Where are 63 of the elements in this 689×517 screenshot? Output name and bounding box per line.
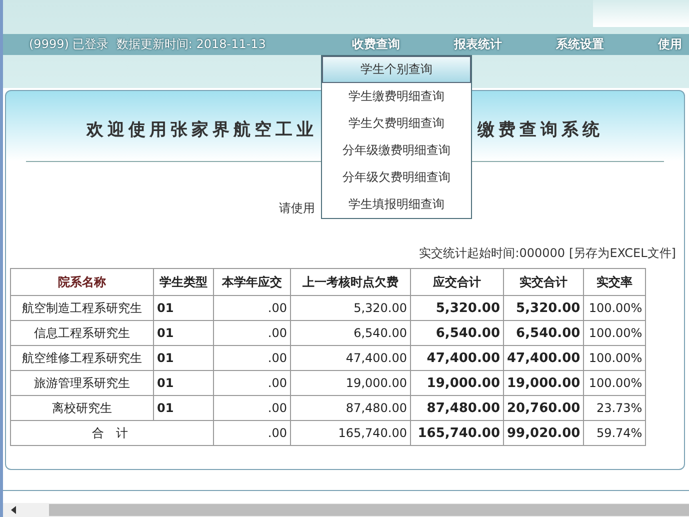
table-cell: 信息工程系研究生 [10, 320, 154, 346]
column-header: 学生类型 [154, 268, 214, 296]
table-cell: 19,000.00 [410, 370, 504, 396]
table-cell: 合 计 [10, 420, 214, 446]
login-status: (9999) 已登录 数据更新时间: 2018-11-13 [29, 36, 267, 53]
page-title: 欢迎使用张家界航空工业 [86, 119, 318, 141]
table-cell: 6,540.00 [290, 320, 410, 346]
table-cell: 47,400.00 [504, 346, 584, 370]
table-cell: 01 [154, 320, 214, 346]
table-cell: 5,320.00 [504, 296, 584, 320]
table-cell: .00 [214, 370, 290, 396]
table-cell: 19,000.00 [290, 370, 410, 396]
table-cell: 87,480.00 [290, 396, 410, 420]
table-cell: 6,540.00 [504, 320, 584, 346]
table-cell: 100.00% [584, 346, 646, 370]
stat-start-time: 实交统计起始时间:000000 [419, 246, 566, 260]
table-cell: 01 [154, 396, 214, 420]
table-cell: 5,320.00 [290, 296, 410, 320]
table-cell: 165,740.00 [410, 420, 504, 446]
export-link[interactable]: [另存为EXCEL文件] [569, 246, 676, 260]
menu-item[interactable]: 学生欠费明细查询 [322, 110, 471, 137]
table-cell: 20,760.00 [504, 396, 584, 420]
table-cell: 航空制造工程系研究生 [10, 296, 154, 320]
column-header: 实交合计 [504, 268, 584, 296]
menu-item[interactable]: 学生缴费明细查询 [322, 83, 471, 110]
table-cell: 离校研究生 [10, 396, 154, 420]
table-cell: 100.00% [584, 370, 646, 396]
table-cell: 01 [154, 296, 214, 320]
column-header: 院系名称 [10, 268, 154, 296]
scrollbar-thumb[interactable] [49, 504, 689, 516]
table-cell: 01 [154, 370, 214, 396]
column-header: 实交率 [584, 268, 646, 296]
table-cell: 165,740.00 [290, 420, 410, 446]
table-cell: .00 [214, 420, 290, 446]
column-header: 应交合计 [410, 268, 504, 296]
table-cell: 47,400.00 [410, 346, 504, 370]
table-cell: 旅游管理系研究生 [10, 370, 154, 396]
table-cell: .00 [214, 396, 290, 420]
table-cell: 19,000.00 [504, 370, 584, 396]
table-cell: 100.00% [584, 296, 646, 320]
table-cell: 100.00% [584, 320, 646, 346]
table-cell: 5,320.00 [410, 296, 504, 320]
table-cell: 6,540.00 [410, 320, 504, 346]
scroll-left-icon[interactable] [11, 506, 17, 514]
table-cell: .00 [214, 296, 290, 320]
table-cell: 01 [154, 346, 214, 370]
table-cell: 47,400.00 [290, 346, 410, 370]
table-cell: .00 [214, 346, 290, 370]
table-cell: 99,020.00 [504, 420, 584, 446]
column-header: 上一考核时点欠费 [290, 268, 410, 296]
horizontal-scrollbar[interactable] [3, 503, 689, 517]
menu-item[interactable]: 学生填报明细查询 [322, 191, 471, 218]
page-title: 缴费查询系统 [478, 119, 604, 141]
menu-item[interactable]: 学生个别查询 [322, 56, 471, 83]
menu-item[interactable]: 分年级缴费明细查询 [322, 137, 471, 164]
column-header: 本学年应交 [214, 268, 290, 296]
table-cell: 87,480.00 [410, 396, 504, 420]
table-cell: .00 [214, 320, 290, 346]
hint-text: 请使用 [279, 201, 315, 215]
table-cell: 23.73% [584, 396, 646, 420]
menu-item[interactable]: 分年级欠费明细查询 [322, 164, 471, 191]
table-cell: 航空维修工程系研究生 [10, 346, 154, 370]
table-cell: 59.74% [584, 420, 646, 446]
